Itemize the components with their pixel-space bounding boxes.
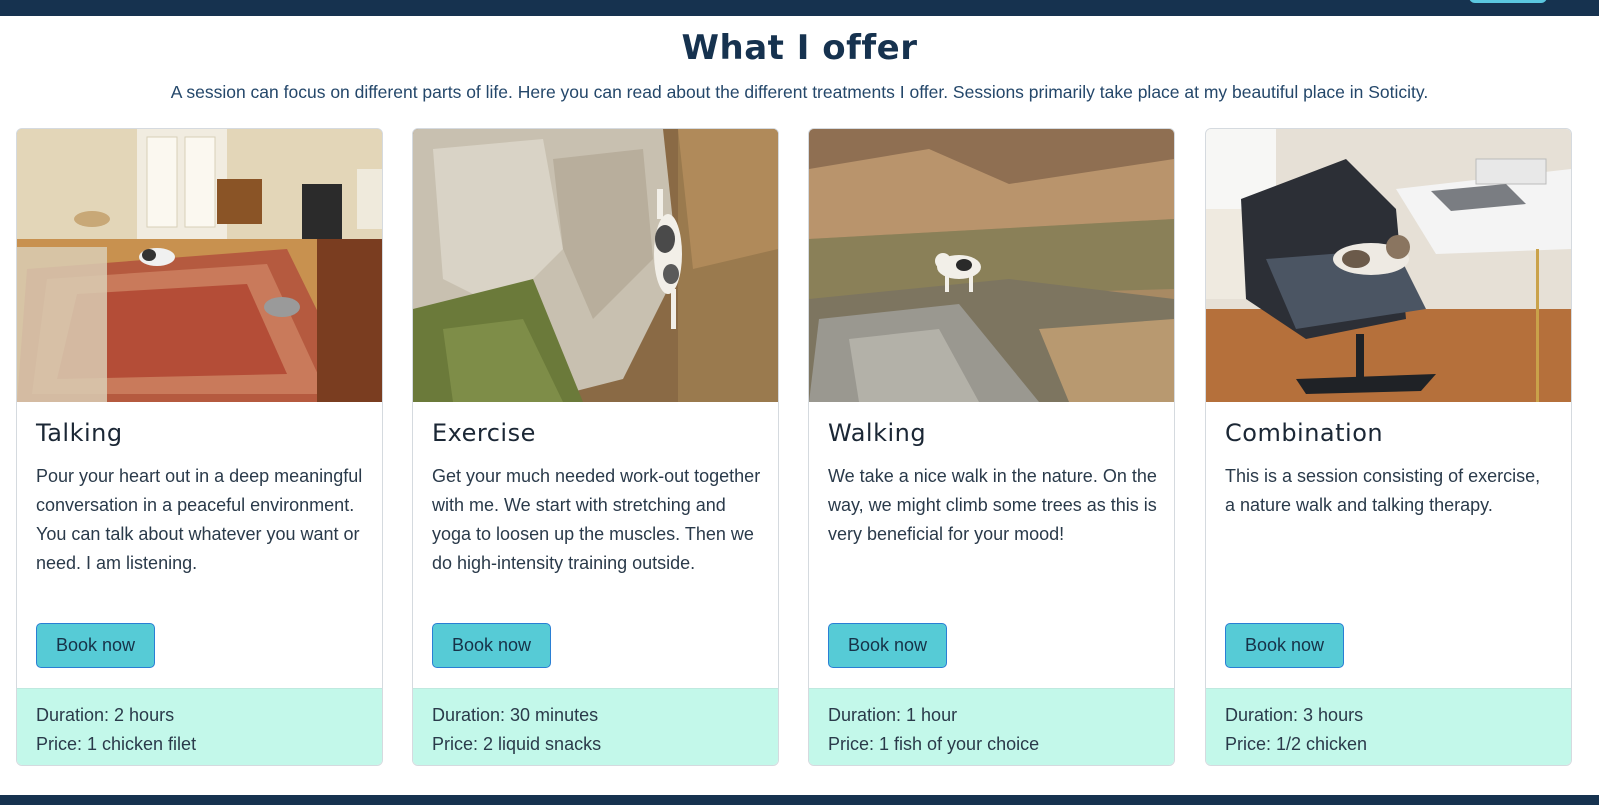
offer-details: Duration: 1 hour Price: 1 fish of your c… [809, 688, 1174, 765]
book-now-button[interactable]: Book now [1225, 623, 1344, 668]
offer-duration: Duration: 3 hours [1225, 705, 1364, 725]
offer-title: Talking [36, 419, 123, 447]
top-navbar [0, 0, 1599, 16]
page-title: What I offer [681, 28, 918, 68]
book-now-button[interactable]: Book now [828, 623, 947, 668]
offer-card-combination: Combination This is a session consisting… [1205, 128, 1572, 766]
offer-details: Duration: 30 minutes Price: 2 liquid sna… [413, 688, 778, 765]
cat-nature-walk-photo [809, 129, 1174, 402]
offers-grid: Talking Pour your heart out in a deep me… [16, 128, 1572, 766]
offer-description: Pour your heart out in a deep meaningful… [36, 466, 363, 573]
cat-living-room-photo [17, 129, 382, 402]
page-subtitle: A session can focus on different parts o… [170, 82, 1429, 102]
offer-duration: Duration: 2 hours [36, 705, 175, 725]
book-now-button[interactable]: Book now [36, 623, 155, 668]
offer-card-exercise: Exercise Get your much needed work-out t… [412, 128, 779, 766]
cat-climbing-rock-photo [413, 129, 778, 402]
offer-duration: Duration: 30 minutes [432, 705, 599, 725]
offer-description: We take a nice walk in the nature. On th… [828, 466, 1157, 544]
navbar-button[interactable] [1469, 0, 1547, 3]
offer-title: Walking [828, 419, 927, 447]
offer-card-talking: Talking Pour your heart out in a deep me… [16, 128, 383, 766]
offer-title: Combination [1225, 419, 1384, 447]
offer-card-walking: Walking We take a nice walk in the natur… [808, 128, 1175, 766]
offer-description: Get your much needed work-out together w… [432, 466, 761, 573]
cat-office-chair-photo [1206, 129, 1571, 402]
offer-duration: Duration: 1 hour [828, 705, 958, 725]
offer-price: Price: 1/2 chicken [1225, 734, 1368, 754]
book-now-button[interactable]: Book now [432, 623, 551, 668]
offer-details: Duration: 3 hours Price: 1/2 chicken [1206, 688, 1571, 765]
offer-price: Price: 1 chicken filet [36, 734, 197, 754]
offer-price: Price: 2 liquid snacks [432, 734, 602, 754]
offer-price: Price: 1 fish of your choice [828, 734, 1040, 754]
offer-title: Exercise [432, 419, 536, 447]
offer-description: This is a session consisting of exercise… [1225, 466, 1541, 515]
offer-details: Duration: 2 hours Price: 1 chicken filet [17, 688, 382, 765]
bottom-footer-bar [0, 795, 1599, 805]
